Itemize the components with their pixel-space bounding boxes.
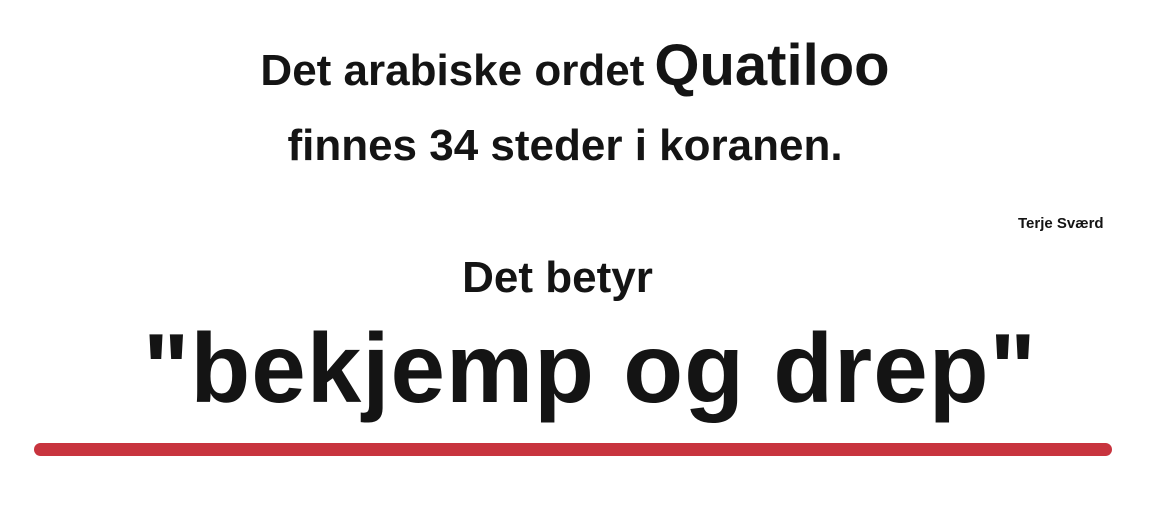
headline-prefix: Det arabiske ordet <box>260 46 645 95</box>
meaning-intro: Det betyr <box>462 253 653 302</box>
meaning-quote: "bekjemp og drep" <box>142 313 1038 423</box>
headline-line-1: Det arabiske ordet Quatiloo <box>0 36 1150 101</box>
headline-line-2: finnes 34 steder i koranen. <box>287 121 843 170</box>
headline-word: Quatiloo <box>654 33 890 98</box>
red-underline-divider <box>34 443 1112 456</box>
author-credit: Terje Sværd <box>1018 215 1104 232</box>
